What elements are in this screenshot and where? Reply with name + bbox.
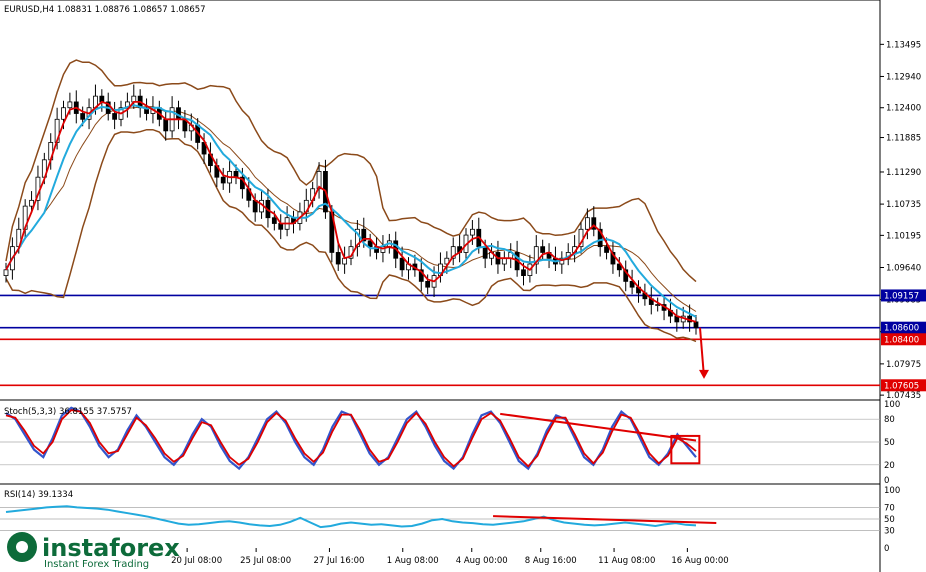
price-tick-label: 1.10195 xyxy=(886,231,921,241)
stoch-tick-label: 80 xyxy=(884,415,895,425)
price-level-label: 1.07605 xyxy=(884,381,919,391)
chart-background xyxy=(0,0,926,572)
time-tick-label: 16 Aug 00:00 xyxy=(671,556,728,566)
time-tick-label: 8 Aug 16:00 xyxy=(525,556,577,566)
price-tick-label: 1.07975 xyxy=(886,360,921,370)
time-tick-label: 4 Aug 00:00 xyxy=(456,556,508,566)
candle-body xyxy=(693,321,699,329)
price-tick-label: 1.11885 xyxy=(886,134,921,144)
candle-body xyxy=(29,199,34,207)
brand-tagline: Instant Forex Trading xyxy=(44,559,149,570)
price-tick-label: 1.13495 xyxy=(886,40,921,50)
candle-body xyxy=(655,304,661,306)
price-level-label: 1.08600 xyxy=(884,324,919,334)
candle-body xyxy=(163,118,169,132)
price-chart-title: EURUSD,H4 1.08831 1.08876 1.08657 1.0865… xyxy=(4,5,206,15)
price-level-label: 1.08400 xyxy=(884,335,919,345)
candle-body xyxy=(67,101,73,109)
price-tick-label: 1.12400 xyxy=(886,104,921,114)
time-tick-label: 27 Jul 16:00 xyxy=(313,556,364,566)
time-tick-label: 25 Jul 08:00 xyxy=(240,556,291,566)
price-level-label: 1.09157 xyxy=(884,291,919,301)
candle-body xyxy=(584,217,590,230)
time-tick-label: 11 Aug 08:00 xyxy=(598,556,655,566)
candle-body xyxy=(3,269,9,276)
candle-body xyxy=(469,228,475,236)
candle-body xyxy=(335,252,341,265)
time-tick-label: 1 Aug 08:00 xyxy=(387,556,439,566)
stoch-title: Stoch(5,3,3) 36.8155 37.5757 xyxy=(4,407,132,417)
stoch-tick-label: 50 xyxy=(884,438,895,448)
candle-body xyxy=(482,246,488,259)
price-tick-label: 1.11290 xyxy=(886,168,921,178)
candle-body xyxy=(80,113,86,120)
price-tick-label: 1.09640 xyxy=(886,263,921,273)
candle-body xyxy=(271,217,277,224)
rsi-tick-label: 30 xyxy=(884,527,895,537)
candle-body xyxy=(61,107,66,120)
stoch-tick-label: 100 xyxy=(884,400,900,410)
candle-body xyxy=(604,246,609,253)
rsi-title: RSI(14) 39.1334 xyxy=(4,490,73,500)
price-tick-label: 1.12940 xyxy=(886,72,921,82)
rsi-tick-label: 50 xyxy=(884,515,895,525)
brand-logo-center xyxy=(16,541,28,553)
rsi-tick-label: 0 xyxy=(884,544,889,554)
candle-body xyxy=(521,269,526,276)
rsi-tick-label: 100 xyxy=(884,486,900,496)
chart-canvas: 1.13495 1.12940 1.12400 1.11885 1.11290 1.107… xyxy=(0,0,926,572)
price-tick-label: 1.10735 xyxy=(886,200,921,210)
brand-name: instaforex xyxy=(42,534,180,562)
candle-body xyxy=(220,176,226,184)
stoch-tick-label: 0 xyxy=(884,476,889,486)
candle-body xyxy=(425,280,431,288)
rsi-tick-label: 70 xyxy=(884,503,895,513)
candle-body xyxy=(399,257,405,271)
candle-body xyxy=(540,246,546,253)
stoch-tick-label: 20 xyxy=(884,461,895,471)
candle-body xyxy=(112,113,118,120)
